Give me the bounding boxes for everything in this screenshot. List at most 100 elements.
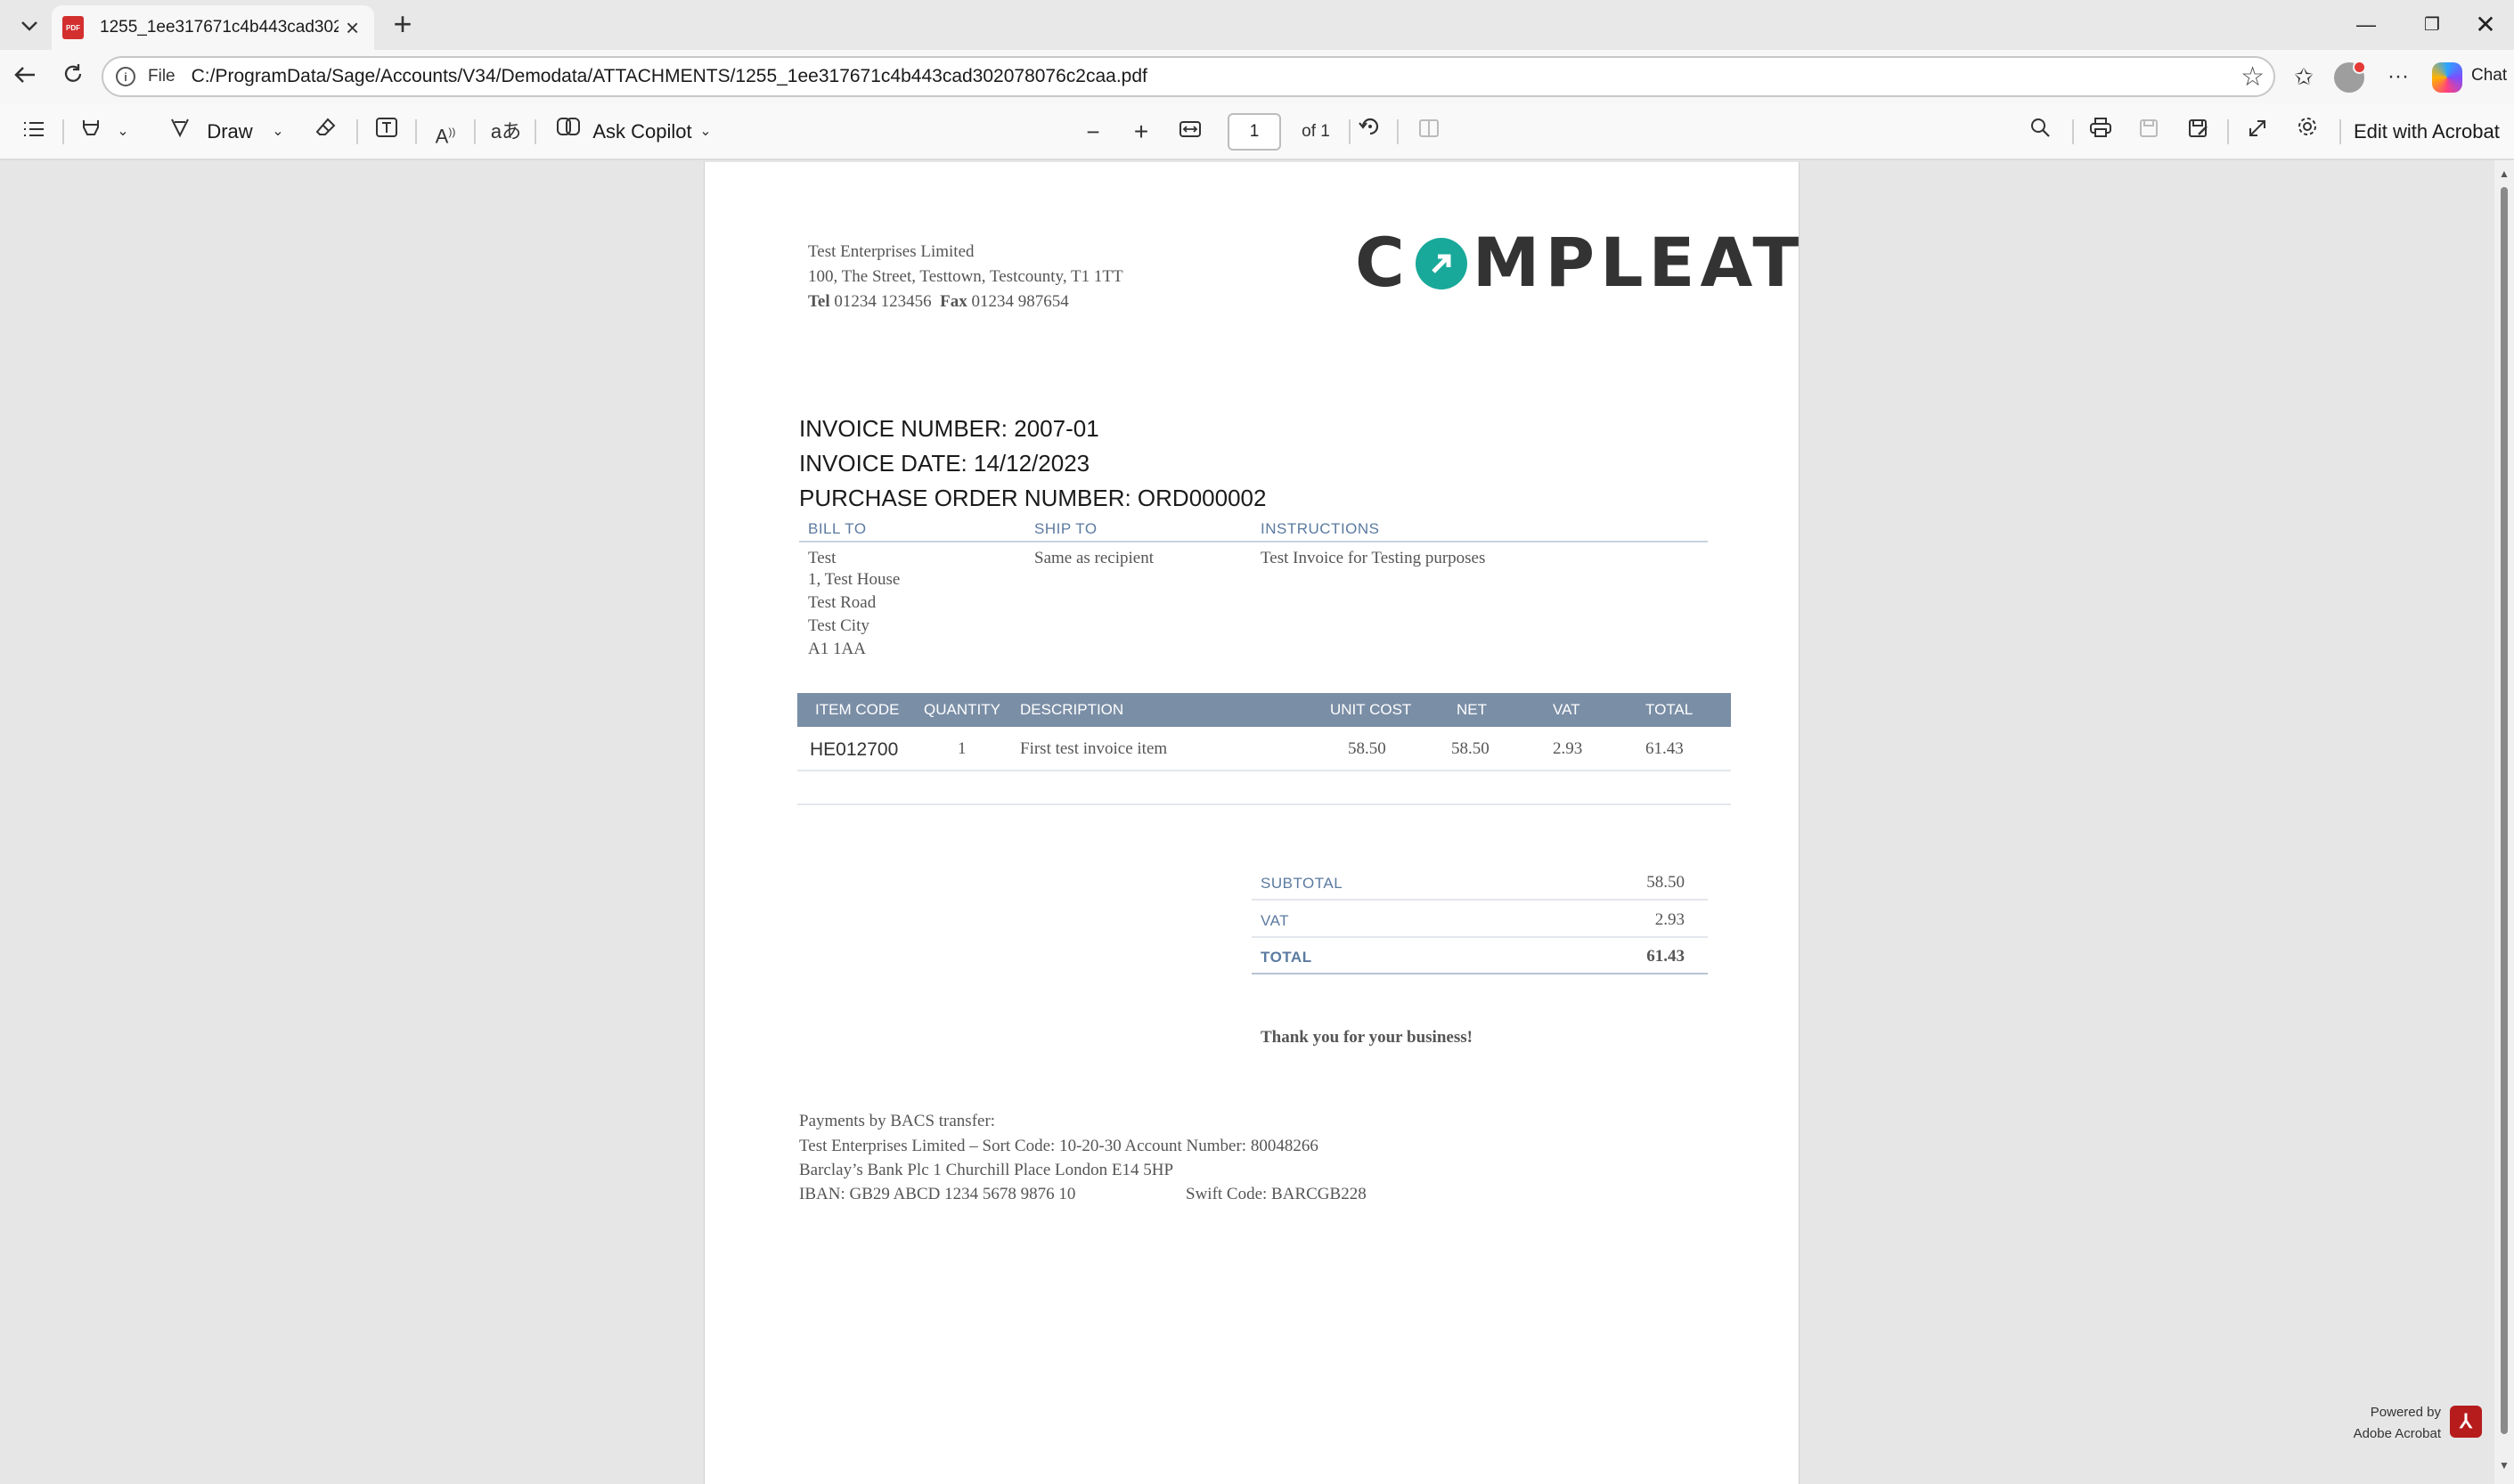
- tab-strip: PDF 1255_1ee317671c4b443cad302078076c2ca…: [0, 0, 2514, 50]
- col-net: NET: [1457, 701, 1487, 718]
- scroll-up-icon[interactable]: ▲: [2498, 167, 2510, 180]
- powered-by-text: Powered by: [2370, 1405, 2441, 1420]
- address-field[interactable]: i File C:/ProgramData/Sage/Accounts/V34/…: [102, 56, 2275, 97]
- full-screen-icon[interactable]: [2241, 114, 2273, 150]
- invoice-date: INVOICE DATE: 14/12/2023: [799, 450, 1090, 477]
- tab-title: 1255_1ee317671c4b443cad302078076c2caa.pd…: [100, 18, 339, 37]
- two-page-view-icon[interactable]: [1413, 114, 1445, 150]
- payment-line: Payments by BACS transfer:: [799, 1112, 996, 1130]
- chat-label[interactable]: Chat: [2471, 66, 2507, 86]
- iban: IBAN: GB29 ABCD 1234 5678 9876 10: [799, 1185, 1076, 1203]
- copilot-icon[interactable]: [2432, 62, 2462, 93]
- address-rule: [799, 541, 1708, 542]
- refresh-button[interactable]: [55, 59, 91, 94]
- highlight-icon[interactable]: [75, 114, 107, 150]
- page-total: of 1: [1302, 122, 1330, 141]
- col-item-code: ITEM CODE: [815, 701, 900, 718]
- total-value: 61.43: [1646, 947, 1685, 966]
- scrollbar[interactable]: ▲ ▼: [2494, 160, 2514, 1484]
- contents-list-icon[interactable]: [18, 114, 50, 150]
- page-number-input[interactable]: 1: [1228, 113, 1281, 151]
- profile-avatar[interactable]: [2334, 61, 2366, 93]
- tab-actions-menu[interactable]: [11, 9, 48, 43]
- table-end-rule: [797, 803, 1731, 805]
- vat-value: 2.93: [1654, 910, 1685, 929]
- total-cell: 61.43: [1645, 739, 1684, 758]
- adobe-acrobat-text: Adobe Acrobat: [2353, 1426, 2441, 1441]
- close-window-button[interactable]: ✕: [2459, 7, 2512, 43]
- address-bar-row: i File C:/ProgramData/Sage/Accounts/V34/…: [0, 50, 2514, 103]
- save-as-icon[interactable]: [2183, 114, 2215, 150]
- copilot-toolbar-icon[interactable]: [552, 114, 584, 150]
- eraser-icon[interactable]: [310, 114, 342, 150]
- draw-options-chevron-icon[interactable]: ⌄: [267, 114, 289, 150]
- powered-by-badge: Powered by Adobe Acrobat: [2281, 1402, 2441, 1445]
- payment-line: Barclay’s Bank Plc 1 Churchill Place Lon…: [799, 1161, 1174, 1179]
- col-quantity: QUANTITY: [924, 701, 1000, 718]
- col-unit-cost: UNIT COST: [1330, 701, 1412, 718]
- refresh-icon: [64, 64, 82, 82]
- ask-copilot-chevron-icon[interactable]: ⌄: [695, 114, 716, 150]
- favorite-star-icon[interactable]: ☆: [2241, 61, 2265, 93]
- highlight-options-chevron-icon[interactable]: ⌄: [112, 114, 134, 150]
- back-button[interactable]: [7, 59, 43, 94]
- zoom-in-button[interactable]: +: [1126, 114, 1156, 150]
- new-tab-button[interactable]: +: [385, 7, 420, 43]
- invoice-number: INVOICE NUMBER: 2007-01: [799, 415, 1099, 442]
- ship-to-label: SHIP TO: [1034, 520, 1098, 537]
- vat-label: VAT: [1261, 912, 1290, 929]
- company-address: 100, The Street, Testtown, Testcounty, T…: [808, 267, 1123, 286]
- col-total: TOTAL: [1645, 701, 1694, 718]
- tel-label: Tel: [808, 292, 830, 311]
- unit-cost-cell: 58.50: [1348, 739, 1386, 758]
- minimize-button[interactable]: —: [2339, 7, 2393, 43]
- browser-tab[interactable]: PDF 1255_1ee317671c4b443cad302078076c2ca…: [52, 5, 374, 50]
- more-options-icon[interactable]: ···: [2380, 61, 2416, 93]
- search-icon[interactable]: [2024, 114, 2056, 150]
- restore-button[interactable]: ❐: [2405, 7, 2459, 43]
- company-name: Test Enterprises Limited: [808, 242, 975, 261]
- save-icon[interactable]: [2133, 114, 2165, 150]
- company-phone-line: Tel 01234 123456 Fax 01234 987654: [808, 292, 1069, 312]
- items-table-header: ITEM CODE QUANTITY DESCRIPTION UNIT COST…: [797, 693, 1731, 727]
- pdf-page: Test Enterprises Limited 100, The Street…: [704, 162, 1800, 1484]
- print-icon[interactable]: [2085, 114, 2117, 150]
- scroll-thumb[interactable]: [2501, 187, 2508, 1434]
- info-icon[interactable]: i: [116, 67, 135, 86]
- fax-number: 01234 987654: [971, 292, 1069, 311]
- bill-to-line: Test City: [808, 616, 869, 635]
- ask-copilot-button[interactable]: Ask Copilot: [592, 114, 693, 150]
- zoom-out-button[interactable]: −: [1078, 114, 1108, 150]
- url-text[interactable]: C:/ProgramData/Sage/Accounts/V34/Demodat…: [192, 66, 1147, 87]
- fit-width-icon[interactable]: [1174, 114, 1206, 150]
- fax-label: Fax: [940, 292, 967, 311]
- tel-number: 01234 123456: [834, 292, 932, 311]
- quantity-cell: 1: [958, 739, 967, 758]
- favorites-icon[interactable]: ✩: [2286, 61, 2322, 93]
- rotate-icon[interactable]: [1354, 114, 1386, 150]
- bill-to-line: 1, Test House: [808, 570, 901, 589]
- settings-gear-icon[interactable]: [2291, 114, 2323, 150]
- payment-line: Test Enterprises Limited – Sort Code: 10…: [799, 1137, 1318, 1155]
- logo-arrow-icon: [1415, 238, 1467, 289]
- translate-icon[interactable]: aあ: [488, 114, 524, 150]
- bill-to-line: Test Road: [808, 593, 877, 612]
- instructions-value: Test Invoice for Testing purposes: [1261, 549, 1486, 567]
- edit-with-acrobat-button[interactable]: Edit with Acrobat: [2354, 114, 2510, 150]
- swift-code: Swift Code: BARCGB228: [1186, 1185, 1367, 1203]
- instructions-label: INSTRUCTIONS: [1261, 520, 1380, 537]
- col-vat: VAT: [1553, 701, 1580, 718]
- read-aloud-icon[interactable]: A)): [429, 114, 461, 150]
- close-tab-icon[interactable]: ×: [346, 16, 359, 39]
- bill-to-label: BILL TO: [808, 520, 867, 537]
- back-arrow-icon: [14, 67, 35, 83]
- url-scheme: File: [148, 67, 175, 86]
- draw-button[interactable]: Draw: [201, 114, 258, 150]
- draw-pen-icon[interactable]: [166, 114, 194, 150]
- adobe-acrobat-icon[interactable]: ⅄: [2450, 1406, 2482, 1438]
- bill-to-line: A1 1AA: [808, 640, 866, 658]
- total-label: TOTAL: [1261, 949, 1312, 966]
- item-code-cell: HE012700: [810, 739, 899, 760]
- scroll-down-icon[interactable]: ▼: [2498, 1459, 2510, 1472]
- text-box-icon[interactable]: [371, 114, 403, 150]
